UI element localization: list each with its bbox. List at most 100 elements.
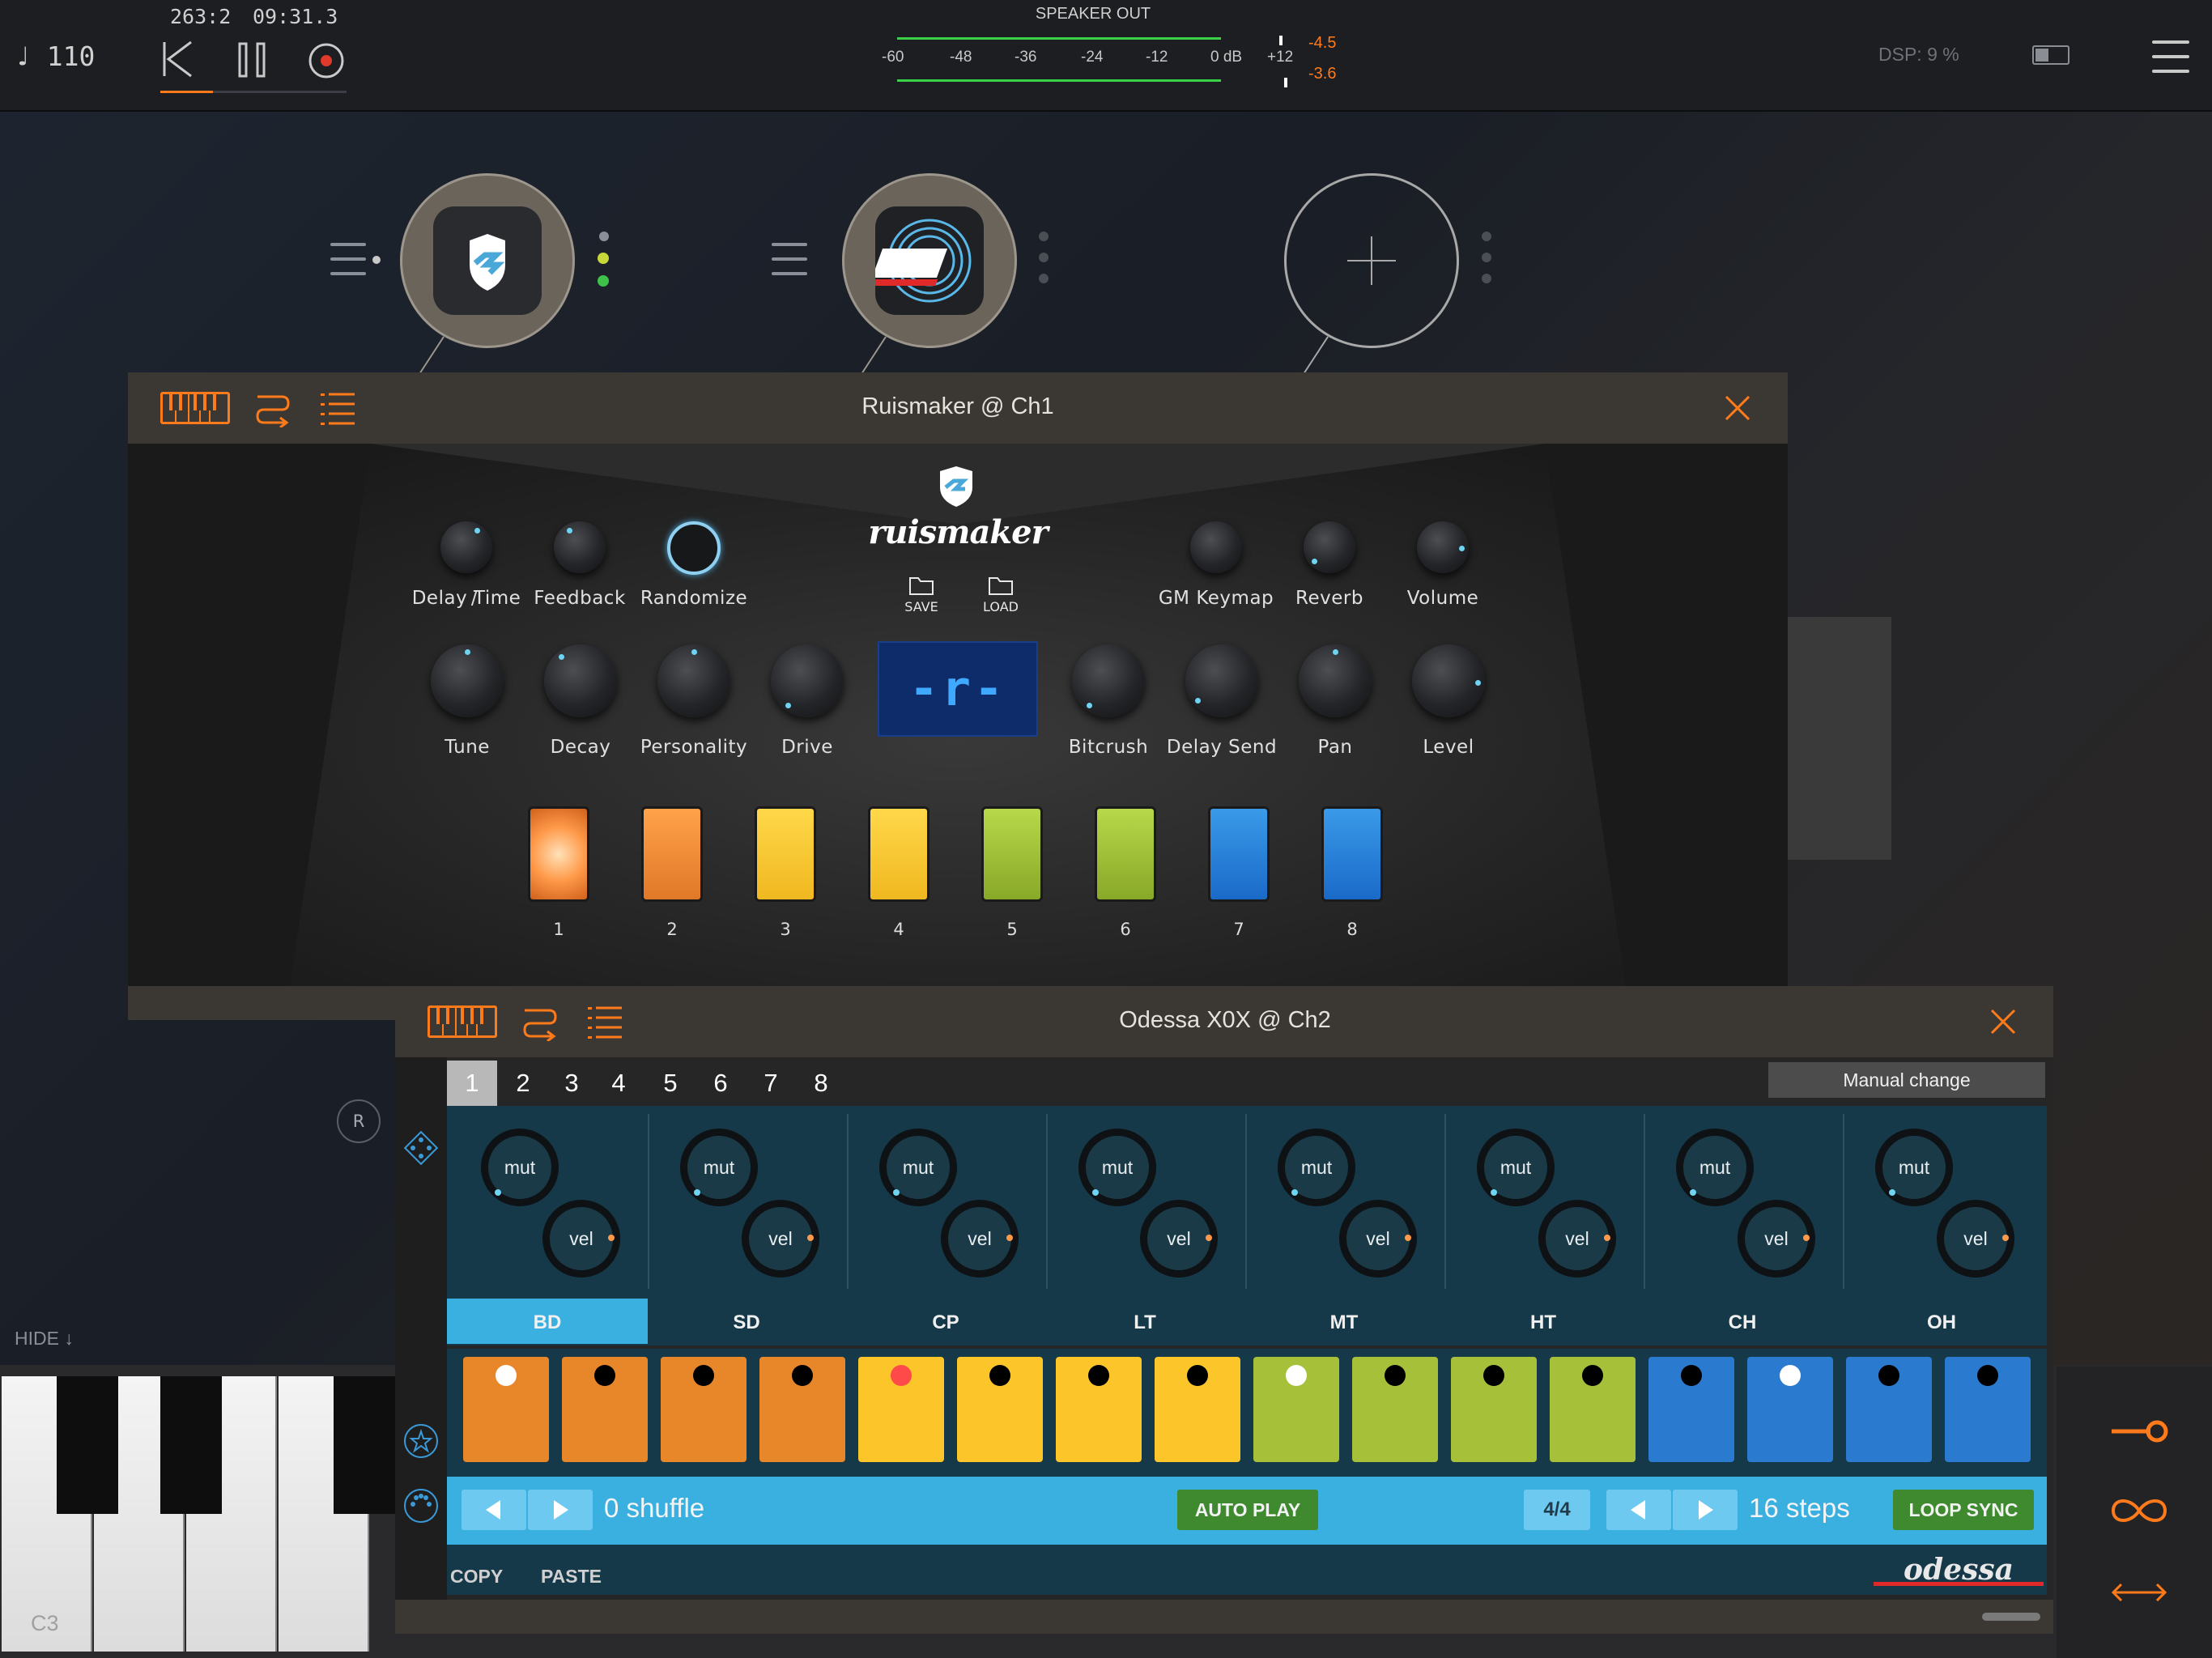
paste-button[interactable]: PASTE <box>541 1566 602 1588</box>
drum-pad-7[interactable] <box>1208 806 1270 902</box>
velocity-knob[interactable]: vel <box>1738 1200 1815 1278</box>
shuffle-decrease-button[interactable] <box>462 1490 526 1530</box>
piano-black-key[interactable] <box>334 1376 395 1514</box>
step-button[interactable] <box>562 1357 648 1462</box>
mute-knob[interactable]: mut <box>1477 1129 1555 1206</box>
drum-pad-5[interactable] <box>981 806 1043 902</box>
keyboard-icon[interactable] <box>160 392 230 424</box>
mute-knob[interactable]: mut <box>879 1129 957 1206</box>
time-signature-button[interactable]: 4/4 <box>1524 1490 1590 1530</box>
preset-list-icon[interactable] <box>321 390 356 426</box>
save-button[interactable]: SAVE <box>897 575 946 614</box>
feedback-knob[interactable] <box>554 521 606 573</box>
tune-knob[interactable] <box>431 644 504 717</box>
routing-icon[interactable] <box>253 387 293 429</box>
load-button[interactable]: LOAD <box>976 575 1025 614</box>
pattern-tab-5[interactable]: 5 <box>649 1061 691 1106</box>
delay-time-knob[interactable] <box>440 521 492 573</box>
channel-tab-sd[interactable]: SD <box>648 1312 845 1334</box>
manual-change-button[interactable]: Manual change <box>1768 1062 2045 1098</box>
drum-pad-1[interactable] <box>528 806 589 902</box>
velocity-knob[interactable]: vel <box>742 1200 819 1278</box>
step-button[interactable] <box>1747 1357 1833 1462</box>
auto-play-button[interactable]: AUTO PLAY <box>1177 1490 1318 1530</box>
channel-tab-bd[interactable]: BD <box>449 1312 646 1334</box>
drive-knob[interactable] <box>771 644 844 717</box>
channel-tab-lt[interactable]: LT <box>1046 1312 1244 1334</box>
volume-knob[interactable] <box>1417 521 1469 573</box>
drum-pad-4[interactable] <box>868 806 929 902</box>
pan-knob[interactable] <box>1299 644 1372 717</box>
close-icon[interactable] <box>1990 1009 2016 1035</box>
step-button[interactable] <box>1846 1357 1932 1462</box>
routing-icon[interactable] <box>520 1001 560 1043</box>
channel-tab-oh[interactable]: OH <box>1843 1312 2040 1334</box>
preset-list-icon[interactable] <box>588 1004 623 1039</box>
close-icon[interactable] <box>1725 395 1750 421</box>
channel-tab-cp[interactable]: CP <box>847 1312 1044 1334</box>
star-icon[interactable] <box>402 1422 440 1460</box>
loop-sync-button[interactable]: LOOP SYNC <box>1893 1490 2034 1530</box>
velocity-knob[interactable]: vel <box>1140 1200 1218 1278</box>
mute-knob[interactable]: mut <box>1278 1129 1355 1206</box>
dice-icon[interactable] <box>402 1129 440 1167</box>
pattern-tab-7[interactable]: 7 <box>750 1061 792 1106</box>
delay-send-knob[interactable] <box>1185 644 1258 717</box>
step-button[interactable] <box>858 1357 944 1462</box>
pattern-tab-2[interactable]: 2 <box>502 1061 544 1106</box>
channel-tab-ht[interactable]: HT <box>1444 1312 1642 1334</box>
mute-knob[interactable]: mut <box>680 1129 758 1206</box>
velocity-knob[interactable]: vel <box>1937 1200 2014 1278</box>
drum-pad-2[interactable] <box>641 806 703 902</box>
resize-arrows-icon[interactable] <box>2110 1580 2168 1605</box>
step-button[interactable] <box>1451 1357 1537 1462</box>
shuffle-increase-button[interactable] <box>528 1490 593 1530</box>
level-knob[interactable] <box>1412 644 1485 717</box>
channel-tab-mt[interactable]: MT <box>1245 1312 1443 1334</box>
channel-tab-ch[interactable]: CH <box>1644 1312 1841 1334</box>
step-button[interactable] <box>957 1357 1043 1462</box>
step-button[interactable] <box>661 1357 747 1462</box>
pattern-tab-6[interactable]: 6 <box>700 1061 742 1106</box>
drum-pad-8[interactable] <box>1321 806 1383 902</box>
velocity-knob[interactable]: vel <box>1339 1200 1417 1278</box>
pattern-tab-8[interactable]: 8 <box>800 1061 842 1106</box>
resize-handle[interactable] <box>1982 1613 2040 1621</box>
reverb-knob[interactable] <box>1304 521 1355 573</box>
piano-black-key[interactable] <box>160 1376 222 1514</box>
pattern-tab-1[interactable]: 1 <box>447 1061 497 1106</box>
step-button[interactable] <box>1056 1357 1142 1462</box>
mute-knob[interactable]: mut <box>1676 1129 1754 1206</box>
step-button[interactable] <box>759 1357 845 1462</box>
step-button[interactable] <box>1253 1357 1339 1462</box>
infinity-loop-icon[interactable] <box>2110 1494 2168 1527</box>
drum-pad-3[interactable] <box>755 806 816 902</box>
keyboard-icon[interactable] <box>428 1005 497 1038</box>
velocity-knob[interactable]: vel <box>1538 1200 1616 1278</box>
drum-pad-6[interactable] <box>1095 806 1156 902</box>
randomize-button[interactable] <box>667 521 721 575</box>
step-button[interactable] <box>463 1357 549 1462</box>
mute-knob[interactable]: mut <box>1875 1129 1953 1206</box>
mute-knob[interactable]: mut <box>1078 1129 1156 1206</box>
step-button[interactable] <box>1155 1357 1240 1462</box>
wrench-icon[interactable] <box>2110 1417 2168 1446</box>
pattern-tab-3[interactable]: 3 <box>551 1061 593 1106</box>
step-button[interactable] <box>1648 1357 1734 1462</box>
bitcrush-knob[interactable] <box>1072 644 1145 717</box>
gm-keymap-knob[interactable] <box>1190 521 1242 573</box>
record-arm-button[interactable]: R <box>337 1099 381 1143</box>
step-button[interactable] <box>1945 1357 2031 1462</box>
copy-button[interactable]: COPY <box>450 1566 503 1588</box>
mute-knob[interactable]: mut <box>481 1129 559 1206</box>
velocity-knob[interactable]: vel <box>941 1200 1019 1278</box>
pattern-tab-4[interactable]: 4 <box>598 1061 640 1106</box>
decay-knob[interactable] <box>544 644 617 717</box>
velocity-knob[interactable]: vel <box>542 1200 620 1278</box>
steps-decrease-button[interactable] <box>1606 1490 1671 1530</box>
step-button[interactable] <box>1550 1357 1636 1462</box>
midi-icon[interactable] <box>402 1486 440 1525</box>
steps-increase-button[interactable] <box>1673 1490 1738 1530</box>
piano-black-key[interactable] <box>57 1376 118 1514</box>
hide-keyboard-button[interactable]: HIDE ↓ <box>15 1328 74 1350</box>
